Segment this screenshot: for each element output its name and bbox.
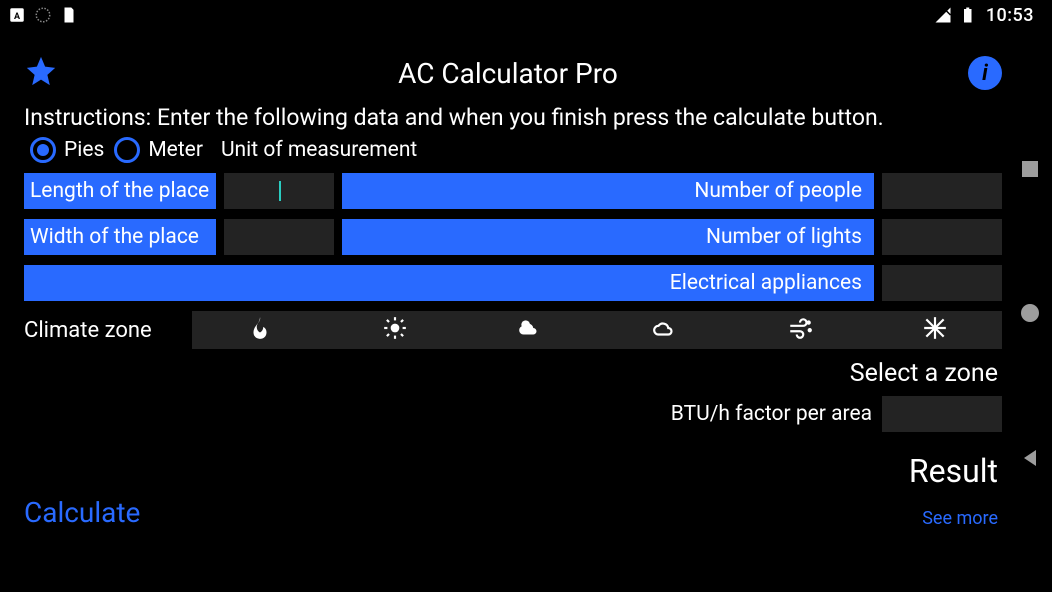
unit-caption: Unit of measurement (221, 138, 417, 162)
see-more-link[interactable]: See more (922, 508, 998, 529)
sd-card-icon (60, 6, 78, 24)
keyboard-icon: A (8, 6, 26, 24)
radio-meter[interactable] (114, 137, 140, 163)
label-length: Length of the place (24, 173, 216, 209)
instructions-text: Instructions: Enter the following data a… (24, 104, 1002, 131)
input-appliances[interactable] (882, 265, 1002, 301)
radio-meter-label: Meter (148, 138, 203, 162)
label-climate: Climate zone (24, 318, 192, 343)
label-width: Width of the place (24, 219, 216, 255)
snowflake-icon[interactable] (922, 315, 948, 345)
input-lights[interactable] (882, 219, 1002, 255)
svg-text:A: A (14, 12, 21, 22)
label-btu: BTU/h factor per area (671, 402, 872, 426)
fire-icon[interactable] (247, 315, 273, 345)
radio-pies[interactable] (30, 137, 56, 163)
status-bar: A 10:53 (0, 0, 1052, 30)
input-width[interactable] (224, 219, 334, 255)
select-zone-text: Select a zone (24, 359, 1002, 388)
nav-back-icon[interactable] (1020, 448, 1040, 472)
partly-cloudy-icon[interactable] (517, 315, 543, 345)
input-length[interactable] (224, 173, 334, 209)
app-titlebar: AC Calculator Pro i (24, 50, 1002, 96)
label-lights: Number of lights (342, 219, 874, 255)
app-title: AC Calculator Pro (48, 57, 968, 90)
label-people: Number of people (342, 173, 874, 209)
nav-home-icon[interactable] (1019, 302, 1041, 328)
result-label: Result (24, 452, 1002, 490)
radio-pies-label: Pies (64, 138, 104, 162)
wind-icon[interactable] (787, 315, 813, 345)
system-navbar (1014, 0, 1046, 592)
calculate-button[interactable]: Calculate (24, 496, 140, 529)
label-appliances: Electrical appliances (24, 265, 874, 301)
battery-icon (958, 6, 976, 24)
nav-recent-icon[interactable] (1021, 160, 1039, 182)
climate-zone-strip (192, 311, 1002, 349)
cloud-icon[interactable] (652, 315, 678, 345)
input-btu[interactable] (882, 396, 1002, 432)
unit-row: Pies Meter Unit of measurement (24, 137, 1002, 163)
text-cursor (279, 181, 281, 201)
signal-icon (934, 6, 952, 24)
input-people[interactable] (882, 173, 1002, 209)
loading-icon (34, 6, 52, 24)
info-button[interactable]: i (968, 56, 1002, 90)
sun-icon[interactable] (382, 315, 408, 345)
